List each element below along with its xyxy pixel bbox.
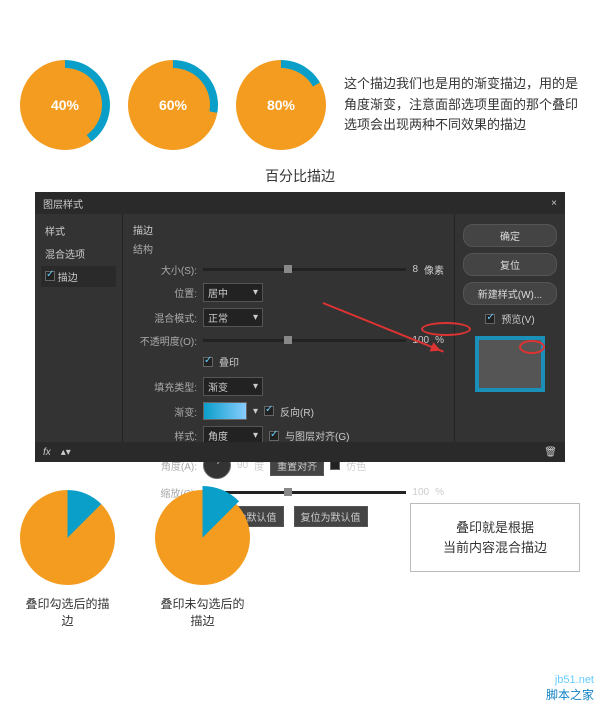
filltype-select[interactable]: 渐变▾ [203, 377, 263, 396]
progress-60: 60% [128, 60, 218, 150]
layer-style-dialog: 图层样式 × 样式 混合选项 描边 描边 结构 大小(S): 8 像素 位置: 居中▾… [35, 192, 565, 462]
position-select[interactable]: 居中▾ [203, 283, 263, 302]
gradient-swatch[interactable] [203, 402, 247, 420]
trash-icon[interactable]: 🗑 [544, 447, 557, 458]
subtitle: 百分比描边 [0, 166, 600, 186]
annotation-circle-1 [421, 322, 471, 336]
list-styles[interactable]: 样式 [41, 220, 116, 241]
position-label: 位置: [133, 285, 197, 300]
scale-slider[interactable] [203, 491, 406, 494]
size-slider[interactable] [203, 268, 406, 271]
watermark: jb51.net 脚本之家 [546, 674, 594, 702]
progress-80: 80% [236, 60, 326, 150]
section-title: 描边 [133, 222, 444, 237]
opacity-slider[interactable] [203, 339, 406, 342]
new-style-button[interactable]: 新建样式(W)... [463, 282, 557, 305]
example-overprint-on [20, 490, 115, 585]
size-unit: 像素 [424, 262, 444, 277]
blend-label: 混合模式: [133, 310, 197, 325]
pct-60: 60% [159, 97, 187, 113]
pct-80: 80% [267, 97, 295, 113]
preview-checkbox[interactable] [485, 314, 495, 324]
filltype-label: 填充类型: [133, 379, 197, 394]
annotation-circle-2 [519, 340, 545, 354]
chevron-down-icon: ▾ [253, 287, 258, 298]
caption-1: 叠印勾选后的描边 [20, 595, 115, 629]
dialog-title: 图层样式 [43, 196, 83, 211]
chevron-down-icon: ▾ [253, 430, 258, 441]
note-text: 叠印就是根据 当前内容混合描边 [443, 520, 547, 555]
overprint-label: 叠印 [219, 354, 239, 369]
chevron-down-icon: ▾ [253, 381, 258, 392]
style-label: 样式: [133, 428, 197, 443]
scale-unit: % [435, 487, 444, 498]
gradient-label: 渐变: [133, 404, 197, 419]
size-label: 大小(S): [133, 262, 197, 277]
reverse-label: 反向(R) [280, 404, 314, 419]
scale-value[interactable]: 100 [412, 487, 429, 498]
progress-40: 40% [20, 60, 110, 150]
reset-default-button[interactable]: 复位为默认值 [294, 506, 368, 527]
sub-section: 结构 [133, 241, 444, 256]
watermark-site: jb51.net [546, 674, 594, 687]
overprint-checkbox[interactable] [203, 357, 213, 367]
ok-button[interactable]: 确定 [463, 224, 557, 247]
chevron-up-down-icon[interactable]: ▴▾ [61, 447, 71, 458]
cancel-button[interactable]: 复位 [463, 253, 557, 276]
opacity-label: 不透明度(O): [133, 333, 197, 348]
stroke-check-icon[interactable] [45, 271, 55, 281]
align-checkbox[interactable] [269, 431, 279, 441]
list-stroke[interactable]: 描边 [41, 266, 116, 287]
preview-label: 预览(V) [501, 311, 534, 326]
pct-40: 40% [51, 97, 79, 113]
chevron-down-icon: ▾ [253, 312, 258, 323]
chevron-down-icon: ▾ [253, 406, 258, 417]
stroke-label: 描边 [58, 273, 78, 284]
style-list: 样式 混合选项 描边 [35, 214, 123, 462]
reverse-checkbox[interactable] [264, 406, 274, 416]
close-icon[interactable]: × [551, 198, 557, 209]
align-label: 与图层对齐(G) [285, 428, 349, 443]
example-overprint-off [155, 490, 250, 585]
list-blend[interactable]: 混合选项 [41, 243, 116, 264]
stroke-panel: 描边 结构 大小(S): 8 像素 位置: 居中▾ 混合模式: 正常▾ 不透明度(O):… [123, 214, 455, 462]
fx-icon[interactable]: fx [43, 447, 51, 458]
blend-select[interactable]: 正常▾ [203, 308, 263, 327]
watermark-name: 脚本之家 [546, 688, 594, 702]
caption-2: 叠印未勾选后的描边 [155, 595, 250, 629]
size-value[interactable]: 8 [412, 264, 418, 275]
description-text: 这个描边我们也是用的渐变描边，用的是角度渐变，注意面部选项里面的那个叠印选项会出… [344, 74, 590, 136]
